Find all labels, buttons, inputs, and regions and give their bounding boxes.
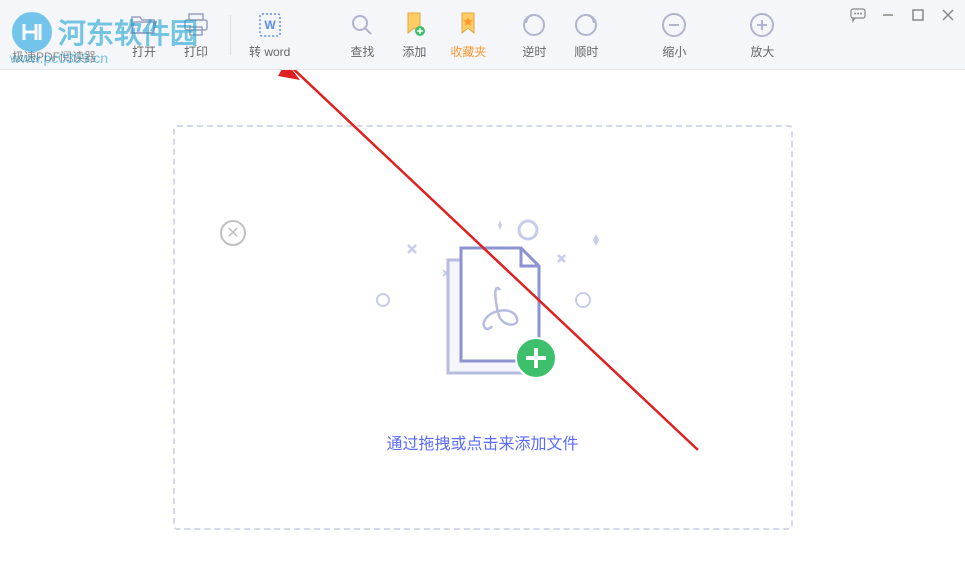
rotate-cw-icon <box>570 9 602 41</box>
zoom-in-label: 放大 <box>750 43 774 60</box>
rotate-ccw-label: 逆时 <box>522 43 546 60</box>
svg-text:W: W <box>264 18 276 32</box>
zoom-out-button[interactable]: 缩小 <box>648 5 700 64</box>
favorites-button[interactable]: 收藏夹 <box>440 5 496 64</box>
to-word-button[interactable]: W 转 word <box>239 5 300 64</box>
feedback-icon[interactable] <box>849 6 867 24</box>
bookmark-add-icon <box>398 9 430 41</box>
window-controls <box>849 6 957 24</box>
search-icon <box>346 9 378 41</box>
drop-prompt: 通过拖拽或点击来添加文件 <box>386 430 578 454</box>
minimize-button[interactable] <box>879 6 897 24</box>
add-label: 添加 <box>402 43 426 60</box>
drop-illustration <box>353 200 613 400</box>
printer-icon <box>180 9 212 41</box>
zoom-out-label: 缩小 <box>662 43 686 60</box>
folder-open-icon <box>128 9 160 41</box>
rotate-cw-label: 顺时 <box>574 43 598 60</box>
close-button[interactable] <box>939 6 957 24</box>
open-label: 打开 <box>132 43 156 60</box>
star-icon <box>452 9 484 41</box>
print-button[interactable]: 打印 <box>170 5 222 64</box>
rotate-ccw-icon <box>518 9 550 41</box>
word-icon: W <box>254 9 286 41</box>
find-button[interactable]: 查找 <box>336 5 388 64</box>
rotate-ccw-button[interactable]: 逆时 <box>508 5 560 64</box>
divider <box>230 15 231 55</box>
find-label: 查找 <box>350 43 374 60</box>
open-button[interactable]: 打开 <box>118 5 170 64</box>
add-button[interactable]: 添加 <box>388 5 440 64</box>
plus-circle-icon <box>746 9 778 41</box>
drop-zone[interactable]: 通过拖拽或点击来添加文件 <box>173 125 793 530</box>
rotate-cw-button[interactable]: 顺时 <box>560 5 612 64</box>
main-area: 通过拖拽或点击来添加文件 <box>0 70 965 584</box>
toolbar: 极速PDF阅读器 打开 打印 W 转 word 查找 添加 <box>0 0 965 70</box>
app-title: 极速PDF阅读器 <box>12 48 96 65</box>
to-word-label: 转 word <box>249 43 290 60</box>
favorites-label: 收藏夹 <box>450 43 486 60</box>
maximize-button[interactable] <box>909 6 927 24</box>
print-label: 打印 <box>184 43 208 60</box>
zoom-in-button[interactable]: 放大 <box>736 5 788 64</box>
minus-circle-icon <box>658 9 690 41</box>
